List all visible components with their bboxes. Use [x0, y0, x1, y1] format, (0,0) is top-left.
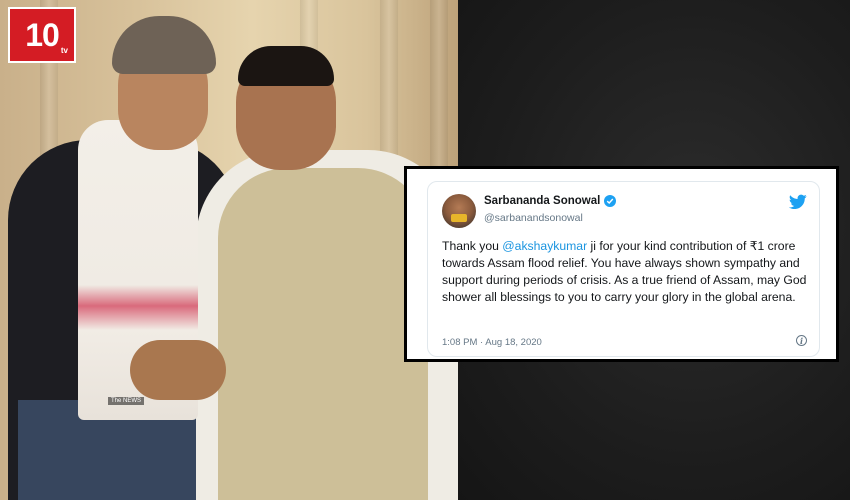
tweet-card[interactable]: Sarbananda Sonowal @sarbanandsonowal Tha… [427, 181, 820, 357]
avatar-scarf [451, 214, 467, 222]
person-right-hair [238, 46, 334, 86]
author-name-row: Sarbananda Sonowal [484, 195, 617, 207]
author-avatar[interactable] [442, 194, 476, 228]
handshake [130, 340, 226, 400]
news-photo: The NEWS [0, 0, 458, 500]
tweet-text: Thank you @akshaykumar ji for your kind … [442, 238, 814, 306]
mention-link[interactable]: @akshaykumar [502, 239, 587, 253]
person-right-vest [218, 168, 428, 500]
logo-subtext: tv [60, 46, 68, 55]
person-left-beanie [112, 16, 216, 74]
author-handle[interactable]: @sarbanandsonowal [484, 212, 583, 224]
tweet-screenshot-frame: Sarbananda Sonowal @sarbanandsonowal Tha… [404, 166, 839, 362]
twitter-bird-icon[interactable] [789, 194, 807, 210]
logo-text: 10 [25, 16, 60, 53]
author-name[interactable]: Sarbananda Sonowal [484, 195, 600, 207]
channel-logo: 10 tv [8, 7, 76, 63]
tweet-text-start: Thank you [442, 239, 503, 253]
tweet-timestamp[interactable]: 1:08 PM · Aug 18, 2020 [442, 337, 542, 348]
info-icon[interactable]: i [796, 335, 807, 346]
photo-watermark: The NEWS [108, 397, 145, 405]
verified-badge-icon [604, 195, 617, 207]
